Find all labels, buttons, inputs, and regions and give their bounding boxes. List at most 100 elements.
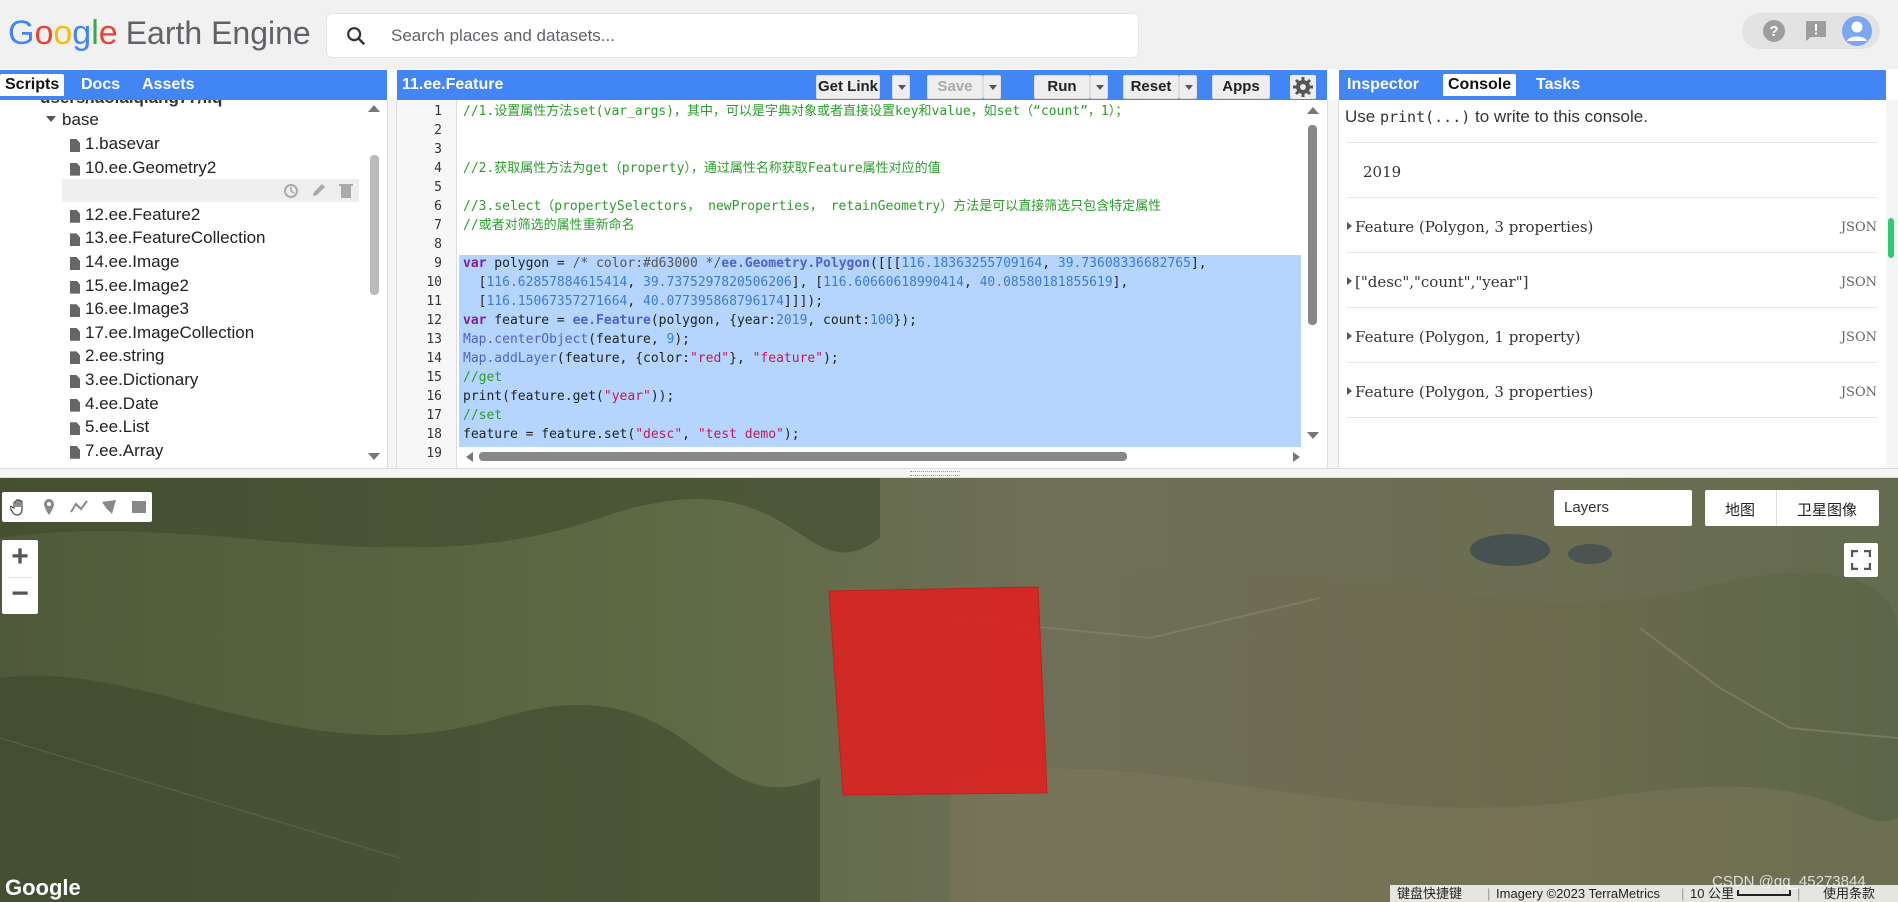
json-link[interactable]: JSON bbox=[1841, 330, 1877, 345]
fullscreen-button[interactable] bbox=[1844, 543, 1878, 577]
console-entry[interactable]: Feature (Polygon, 3 properties) JSON bbox=[1347, 363, 1877, 418]
editor-vertical-scrollbar[interactable] bbox=[1308, 125, 1317, 325]
account-icon[interactable] bbox=[1842, 16, 1872, 46]
script-item[interactable]: 4.ee.Date bbox=[85, 394, 159, 414]
save-dropdown[interactable] bbox=[983, 75, 1001, 99]
json-link[interactable]: JSON bbox=[1841, 385, 1877, 400]
script-item[interactable]: 15.ee.Image2 bbox=[85, 276, 189, 296]
left-splitter[interactable] bbox=[387, 100, 397, 468]
save-button[interactable]: Save bbox=[927, 75, 983, 99]
logo-letter: G bbox=[8, 14, 35, 52]
run-button[interactable]: Run bbox=[1034, 75, 1090, 99]
script-item[interactable]: 13.ee.FeatureCollection bbox=[85, 228, 266, 248]
reset-button[interactable]: Reset bbox=[1123, 75, 1179, 99]
code-line: //或者对筛选的属性重新命名 bbox=[463, 218, 635, 233]
map-type-satellite-button[interactable]: 卫星图像 bbox=[1797, 499, 1857, 520]
scroll-up-icon[interactable] bbox=[368, 104, 380, 112]
zoom-in-button[interactable]: + bbox=[2, 540, 38, 577]
editor-horizontal-scrollbar[interactable] bbox=[479, 452, 1127, 461]
json-link[interactable]: JSON bbox=[1841, 220, 1877, 235]
console-scrollbar[interactable] bbox=[1886, 100, 1898, 468]
expand-triangle-icon[interactable] bbox=[1347, 222, 1352, 230]
code-line: //1.设置属性方法set(var_args)，其中，可以是字典对象或者直接设置… bbox=[463, 104, 1129, 119]
console-entry-text: Feature (Polygon, 3 properties) bbox=[1355, 218, 1594, 236]
script-item[interactable]: 1.basevar bbox=[85, 134, 160, 154]
code-editor[interactable]: 1 2 3 4 5 6 7 8 9 10 11 12 13 14 15 16 17 18 19 //1.设置属性方法… bbox=[397, 100, 1327, 468]
pan-hand-icon[interactable] bbox=[10, 498, 28, 516]
zoom-out-button[interactable]: − bbox=[2, 577, 38, 614]
map-type-map-button[interactable]: 地图 bbox=[1725, 499, 1755, 520]
map-view[interactable] bbox=[0, 478, 1898, 902]
folder-base[interactable]: base bbox=[62, 110, 99, 130]
delete-icon[interactable] bbox=[338, 183, 354, 199]
right-splitter[interactable] bbox=[1327, 100, 1339, 468]
script-item[interactable]: 2.ee.string bbox=[85, 346, 164, 366]
fullscreen-icon bbox=[1851, 550, 1871, 570]
json-link[interactable]: JSON bbox=[1841, 275, 1877, 290]
search-input[interactable] bbox=[391, 22, 1091, 50]
logo-letter: g bbox=[72, 14, 92, 52]
tab-docs[interactable]: Docs bbox=[76, 74, 125, 96]
polygon-tool-icon[interactable] bbox=[100, 498, 118, 516]
satellite-imagery bbox=[0, 478, 1898, 902]
scroll-down-icon[interactable] bbox=[1307, 432, 1319, 440]
splitter-grip[interactable] bbox=[910, 471, 960, 476]
keyboard-shortcuts-link[interactable]: 键盘快捷键 bbox=[1397, 885, 1462, 902]
map-splitter[interactable] bbox=[0, 468, 1898, 478]
file-icon bbox=[70, 257, 80, 270]
code-line: feature = feature.set("desc", "test demo… bbox=[463, 427, 800, 442]
line-tool-icon[interactable] bbox=[70, 498, 88, 516]
scroll-up-icon[interactable] bbox=[1307, 106, 1319, 114]
history-icon[interactable] bbox=[282, 183, 300, 199]
line-number: 5 bbox=[434, 180, 442, 195]
marker-icon[interactable] bbox=[40, 498, 58, 516]
help-icon[interactable]: ? bbox=[1762, 19, 1786, 43]
apps-button[interactable]: Apps bbox=[1212, 75, 1270, 99]
scroll-right-icon[interactable] bbox=[1293, 452, 1301, 462]
script-item[interactable]: 3.ee.Dictionary bbox=[85, 370, 198, 390]
code-line: [116.62857884615414, 39.7375297820506206… bbox=[463, 275, 1129, 290]
console-entry[interactable]: 2019 bbox=[1347, 143, 1877, 198]
chevron-down-icon[interactable] bbox=[46, 116, 56, 124]
script-item[interactable]: 17.ee.ImageCollection bbox=[85, 323, 254, 343]
script-item[interactable]: 5.ee.List bbox=[85, 417, 149, 437]
script-item[interactable]: 7.ee.Array bbox=[85, 441, 163, 461]
feedback-icon[interactable] bbox=[1804, 19, 1828, 43]
run-dropdown[interactable] bbox=[1090, 75, 1108, 99]
tab-tasks[interactable]: Tasks bbox=[1531, 74, 1585, 96]
expand-triangle-icon[interactable] bbox=[1347, 277, 1352, 285]
file-icon bbox=[70, 398, 80, 412]
repo-path[interactable]: users/laolaiqiang77/liq bbox=[40, 100, 222, 108]
expand-triangle-icon[interactable] bbox=[1347, 332, 1352, 340]
script-item[interactable]: 10.ee.Geometry2 bbox=[85, 158, 216, 178]
tab-inspector[interactable]: Inspector bbox=[1342, 74, 1424, 96]
get-link-button[interactable]: Get Link bbox=[816, 75, 880, 99]
console-entry[interactable]: Feature (Polygon, 3 properties) JSON bbox=[1347, 198, 1877, 253]
scroll-left-icon[interactable] bbox=[465, 452, 473, 462]
scroll-down-icon[interactable] bbox=[368, 453, 380, 461]
get-link-dropdown[interactable] bbox=[892, 75, 910, 99]
tab-scripts[interactable]: Scripts bbox=[0, 74, 65, 96]
edit-icon[interactable] bbox=[310, 183, 328, 199]
earth-engine-logo[interactable]: Google Earth Engine bbox=[8, 14, 311, 53]
layers-control[interactable]: Layers bbox=[1554, 490, 1692, 526]
console-scroll-thumb[interactable] bbox=[1888, 218, 1894, 258]
console-entry[interactable]: Feature (Polygon, 1 property) JSON bbox=[1347, 308, 1877, 363]
settings-gear-icon[interactable] bbox=[1290, 75, 1316, 99]
rectangle-tool-icon[interactable] bbox=[130, 498, 148, 516]
console-hint-pre: Use bbox=[1345, 107, 1376, 126]
svg-text:?: ? bbox=[1769, 23, 1778, 40]
console-entry[interactable]: ["desc","count","year"] JSON bbox=[1347, 253, 1877, 308]
expand-triangle-icon[interactable] bbox=[1347, 387, 1352, 395]
left-scrollbar-thumb[interactable] bbox=[370, 155, 379, 295]
tab-assets[interactable]: Assets bbox=[137, 74, 199, 96]
tab-console[interactable]: Console bbox=[1443, 74, 1517, 96]
script-item[interactable]: 12.ee.Feature2 bbox=[85, 205, 200, 225]
terms-link[interactable]: 使用条款 bbox=[1823, 885, 1875, 902]
script-item[interactable]: 16.ee.Image3 bbox=[85, 299, 189, 319]
script-item[interactable]: 14.ee.Image bbox=[85, 252, 180, 272]
search-box[interactable] bbox=[326, 13, 1139, 58]
code-line: [116.15067357271664, 40.077395868796174]… bbox=[463, 294, 824, 309]
reset-dropdown[interactable] bbox=[1179, 75, 1197, 99]
file-icon bbox=[70, 233, 80, 247]
